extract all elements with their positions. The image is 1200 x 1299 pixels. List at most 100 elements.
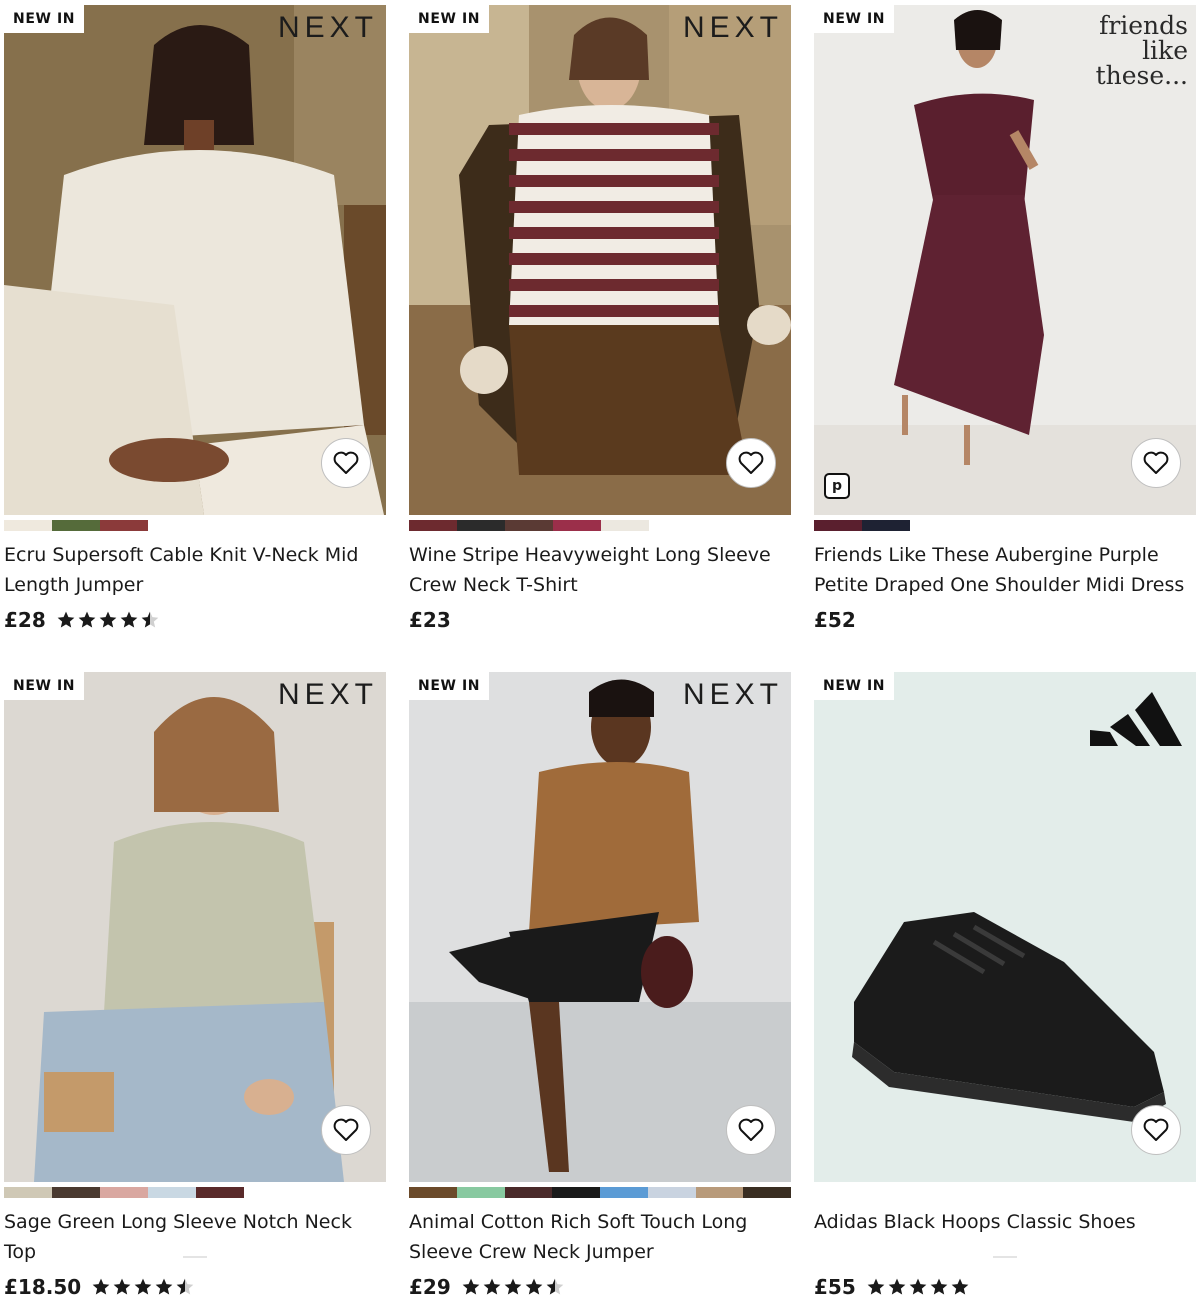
product-price: £23 (409, 608, 451, 632)
heart-outline-icon (333, 1118, 359, 1141)
product-card[interactable]: NEW IN NEXT Ecru Supersoft Cable Knit V-… (4, 5, 386, 632)
new-in-badge: NEW IN (4, 5, 85, 33)
colour-swatch[interactable] (601, 520, 649, 531)
price-row: £18.50 (4, 1275, 386, 1299)
colour-swatches (409, 1187, 791, 1198)
colour-swatches (4, 520, 386, 531)
brand-logo-text: friends like these... (1095, 11, 1188, 90)
product-price: £52 (814, 608, 856, 632)
colour-swatch[interactable] (409, 1187, 457, 1198)
price-row: £55 (814, 1275, 1196, 1299)
product-card[interactable]: NEW IN NEXT Animal Cotton Rich Soft Touc… (409, 672, 791, 1299)
product-card[interactable]: NEW IN friends like these... p Friends L… (814, 5, 1196, 632)
product-card[interactable]: NEW IN Adidas Black Hoops Classic Shoes … (814, 672, 1196, 1299)
star-icon (176, 1278, 194, 1295)
star-icon (951, 1278, 969, 1295)
colour-swatches (409, 520, 791, 531)
product-title[interactable]: Ecru Supersoft Cable Knit V-Neck Mid Len… (4, 540, 386, 600)
price-row: £23 (409, 608, 791, 632)
favourite-button[interactable] (321, 438, 371, 488)
colour-swatch[interactable] (814, 520, 862, 531)
star-icon (483, 1278, 501, 1295)
product-image[interactable]: NEW IN (814, 672, 1196, 1182)
price-row: £28 (4, 608, 386, 632)
colour-swatch[interactable] (4, 520, 52, 531)
colour-swatch[interactable] (504, 1187, 553, 1198)
product-image[interactable]: NEW IN NEXT (4, 672, 386, 1182)
product-price: £18.50 (4, 1275, 82, 1299)
product-photo (4, 672, 386, 1182)
product-card[interactable]: NEW IN NEXT Wine Stripe Heavyweight Long… (409, 5, 791, 632)
colour-swatch[interactable] (552, 1187, 600, 1198)
colour-swatch[interactable] (553, 520, 601, 531)
colour-swatch[interactable] (52, 520, 100, 531)
price-row: £52 (814, 608, 1196, 632)
colour-swatch[interactable] (52, 1187, 100, 1198)
colour-swatch[interactable] (148, 1187, 196, 1198)
colour-swatch[interactable] (600, 1187, 648, 1198)
product-title[interactable]: Sage Green Long Sleeve Notch Neck Top (4, 1207, 386, 1267)
favourite-button[interactable] (1131, 1105, 1181, 1155)
star-icon (141, 611, 159, 628)
colour-swatch[interactable] (4, 1187, 52, 1198)
colour-swatch[interactable] (100, 520, 148, 531)
star-icon (155, 1278, 173, 1295)
new-in-badge: NEW IN (409, 5, 490, 33)
colour-swatch[interactable] (456, 1187, 505, 1198)
new-in-badge: NEW IN (409, 672, 490, 700)
product-image[interactable]: NEW IN NEXT (409, 5, 791, 515)
heart-outline-icon (738, 1118, 764, 1141)
colour-swatch[interactable] (409, 520, 457, 531)
star-icon (120, 611, 138, 628)
star-icon (909, 1278, 927, 1295)
product-image[interactable]: NEW IN NEXT (4, 5, 386, 515)
favourite-button[interactable] (1131, 438, 1181, 488)
product-photo (409, 5, 791, 515)
star-icon (462, 1278, 480, 1295)
product-image[interactable]: NEW IN friends like these... p (814, 5, 1196, 515)
star-icon (99, 611, 117, 628)
favourite-button[interactable] (321, 1105, 371, 1155)
colour-swatch[interactable] (457, 520, 505, 531)
adidas-logo (1090, 692, 1182, 746)
colour-swatch[interactable] (695, 1187, 744, 1198)
colour-swatches (814, 1187, 1196, 1198)
heart-outline-icon (1143, 1118, 1169, 1141)
carousel-indicator (183, 1256, 207, 1258)
star-icon (546, 1278, 564, 1295)
price-row: £29 (409, 1275, 791, 1299)
colour-swatch[interactable] (647, 1187, 696, 1198)
colour-swatches (814, 520, 1196, 531)
heart-outline-icon (738, 451, 764, 474)
colour-swatch[interactable] (100, 1187, 148, 1198)
product-price: £28 (4, 608, 46, 632)
pinterest-icon[interactable]: p (824, 473, 850, 499)
product-title[interactable]: Animal Cotton Rich Soft Touch Long Sleev… (409, 1207, 791, 1267)
new-in-badge: NEW IN (814, 5, 895, 33)
heart-outline-icon (333, 451, 359, 474)
colour-swatch[interactable] (196, 1187, 244, 1198)
product-card[interactable]: NEW IN NEXT Sage Green Long Sleeve Notch… (4, 672, 386, 1299)
product-title[interactable]: Adidas Black Hoops Classic Shoes (814, 1207, 1196, 1267)
product-title[interactable]: Wine Stripe Heavyweight Long Sleeve Crew… (409, 540, 791, 600)
product-title[interactable]: Friends Like These Aubergine Purple Peti… (814, 540, 1196, 600)
favourite-button[interactable] (726, 1105, 776, 1155)
brand-logo: NEXT (277, 678, 378, 711)
star-icon (57, 611, 75, 628)
carousel-indicator (993, 1256, 1017, 1258)
star-icon (134, 1278, 152, 1295)
new-in-badge: NEW IN (4, 672, 85, 700)
product-price: £29 (409, 1275, 451, 1299)
favourite-button[interactable] (726, 438, 776, 488)
star-icon (113, 1278, 131, 1295)
colour-swatch[interactable] (505, 520, 553, 531)
product-image[interactable]: NEW IN NEXT (409, 672, 791, 1182)
brand-logo: friends like these... (1068, 13, 1188, 88)
product-grid: NEW IN NEXT Ecru Supersoft Cable Knit V-… (0, 0, 1200, 1299)
colour-swatch[interactable] (743, 1187, 791, 1198)
colour-swatch[interactable] (862, 520, 910, 531)
star-icon (888, 1278, 906, 1295)
heart-outline-icon (1143, 451, 1169, 474)
star-rating (461, 1277, 566, 1297)
product-price: £55 (814, 1275, 856, 1299)
